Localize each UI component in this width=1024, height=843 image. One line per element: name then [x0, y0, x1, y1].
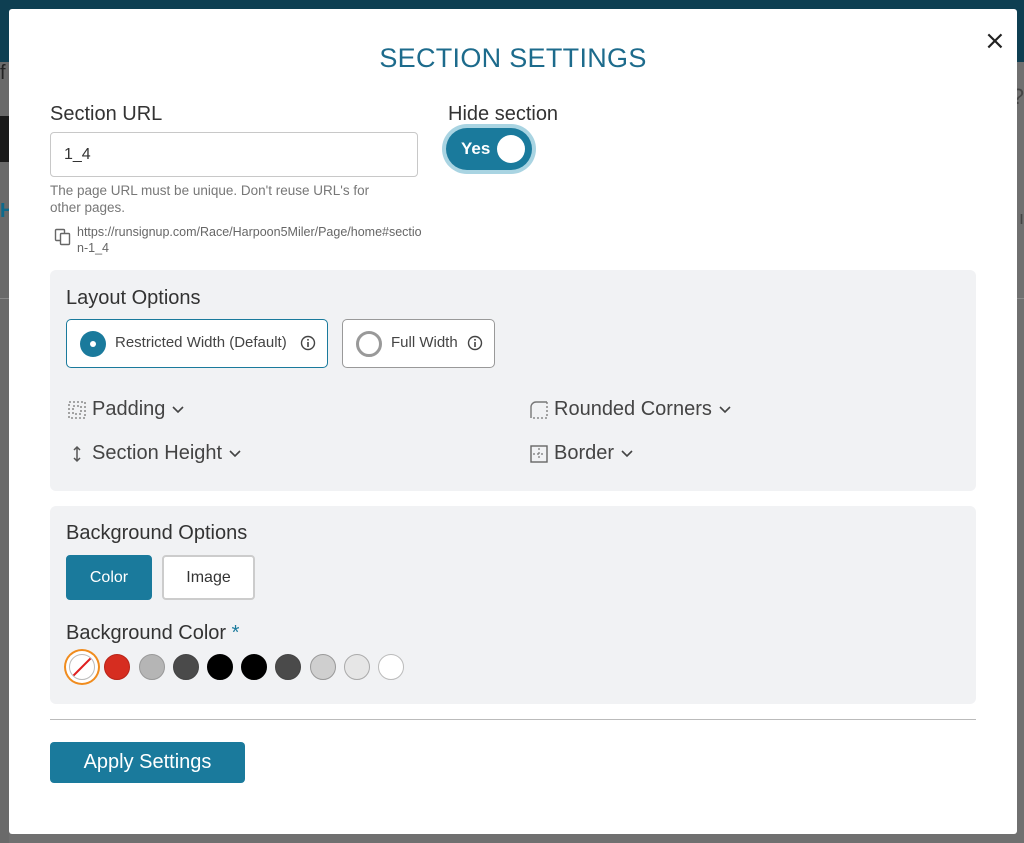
border-label: Border — [554, 442, 615, 464]
rounded-corners-label: Rounded Corners — [554, 398, 712, 420]
modal-title: SECTION SETTINGS — [379, 43, 647, 73]
info-icon[interactable] — [467, 335, 483, 351]
section-url-label: Section URL — [50, 103, 163, 125]
restricted-width-label: Restricted Width (Default) — [115, 334, 287, 351]
copy-icon[interactable] — [54, 228, 72, 246]
toggle-knob — [497, 135, 525, 163]
background-options-panel: Background Options Color Image Backgroun… — [50, 506, 976, 704]
background-color-label: Background Color * — [66, 622, 239, 645]
vertical-arrows-icon — [73, 445, 81, 462]
border-icon — [530, 444, 548, 463]
background-left-strip — [0, 62, 9, 843]
swatch-white[interactable] — [378, 654, 404, 680]
required-asterisk: * — [231, 622, 240, 644]
layout-options-heading: Layout Options — [66, 287, 201, 309]
padding-label: Padding — [92, 398, 166, 420]
section-url-input[interactable] — [50, 132, 418, 177]
hide-section-label: Hide section — [448, 103, 559, 125]
background-left-dark-block — [0, 116, 9, 162]
rounded-corners-dropdown[interactable]: Rounded Corners — [530, 398, 732, 421]
border-dropdown[interactable]: Border — [530, 442, 634, 465]
background-divider — [0, 298, 9, 299]
swatch-dark-gray[interactable] — [173, 654, 199, 680]
swatch-gray[interactable] — [139, 654, 165, 680]
apply-settings-button[interactable]: Apply Settings — [50, 742, 245, 783]
background-options-heading: Background Options — [66, 522, 248, 544]
padding-dropdown[interactable]: Padding — [68, 398, 185, 421]
section-url-help-text: The page URL must be unique. Don't reuse… — [50, 183, 370, 215]
padding-icon — [68, 400, 86, 419]
swatch-lighter-gray[interactable] — [344, 654, 370, 680]
toggle-label: Yes — [461, 139, 491, 158]
chevron-down-icon — [229, 449, 241, 457]
swatch-red[interactable] — [104, 654, 130, 680]
radio-selected-icon — [80, 331, 106, 357]
rounded-corners-icon — [530, 400, 548, 419]
layout-options-panel: Layout Options Restricted Width (Default… — [50, 270, 976, 491]
restricted-width-option[interactable]: Restricted Width (Default) — [66, 319, 328, 368]
full-width-option[interactable]: Full Width — [342, 319, 495, 368]
color-tab-button[interactable]: Color — [66, 555, 152, 600]
swatch-dark-gray-2[interactable] — [275, 654, 301, 680]
background-divider — [1017, 298, 1024, 299]
swatch-black-2[interactable] — [241, 654, 267, 680]
background-right-text-2: ı — [1018, 208, 1024, 228]
chevron-down-icon — [172, 405, 184, 413]
footer-divider — [50, 719, 976, 720]
section-height-dropdown[interactable]: Section Height — [68, 442, 242, 465]
full-width-label: Full Width — [391, 334, 458, 351]
image-tab-button[interactable]: Image — [162, 555, 255, 600]
background-left-text: f — [0, 62, 6, 84]
info-icon[interactable] — [300, 335, 316, 351]
swatch-no-color[interactable] — [69, 654, 95, 680]
swatch-light-gray[interactable] — [310, 654, 336, 680]
swatch-black[interactable] — [207, 654, 233, 680]
section-height-label: Section Height — [92, 442, 223, 464]
background-color-text: Background Color — [66, 622, 227, 644]
radio-unselected-icon — [356, 331, 382, 357]
section-page-link[interactable]: https://runsignup.com/Race/Harpoon5Miler… — [77, 224, 422, 256]
chevron-down-icon — [719, 405, 731, 413]
section-settings-modal: × SECTION SETTINGS Section URL The page … — [9, 9, 1017, 834]
chevron-down-icon — [621, 449, 633, 457]
hide-section-toggle[interactable]: Yes — [446, 128, 532, 170]
